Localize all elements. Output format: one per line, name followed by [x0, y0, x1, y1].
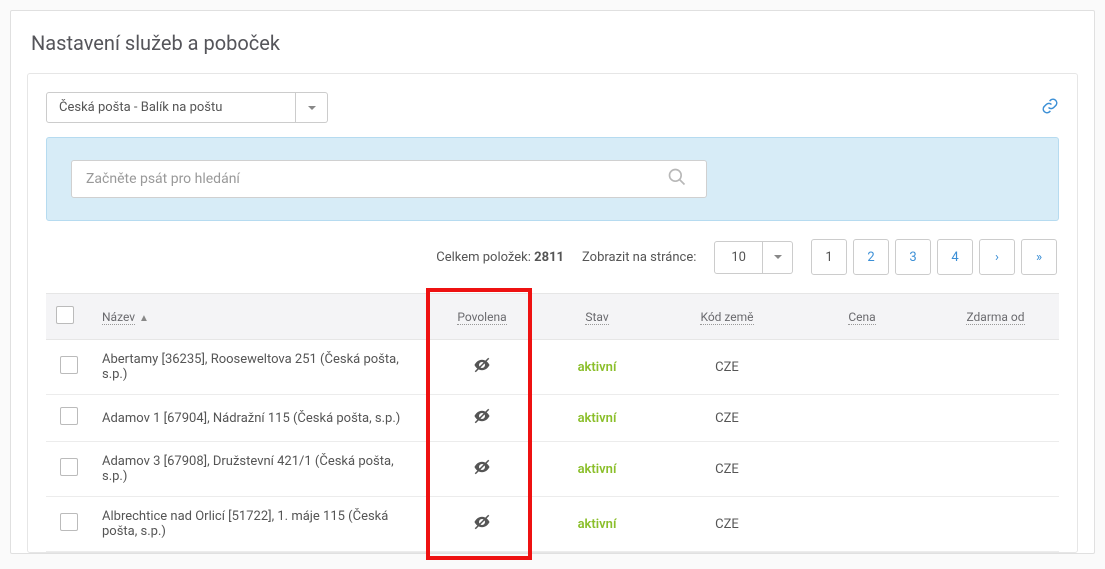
visibility-toggle-icon[interactable] — [473, 458, 491, 476]
row-state: aktivní — [578, 360, 617, 375]
total-items-label: Celkem položek: 2811 — [436, 250, 564, 265]
search-icon — [667, 167, 687, 187]
row-name: Albrechtice nad Orlicí [51722], 1. máje … — [92, 497, 432, 552]
chevron-down-icon — [307, 103, 317, 113]
pager-page-2[interactable]: 2 — [853, 239, 889, 275]
row-price — [792, 442, 932, 497]
pager: 1 2 3 4 › » — [811, 239, 1057, 275]
link-icon[interactable] — [1041, 97, 1059, 119]
th-country[interactable]: Kód země — [662, 294, 792, 340]
row-name: Abertamy [36235], Rooseweltova 251 (Česk… — [92, 340, 432, 395]
row-country: CZE — [662, 497, 792, 552]
search-button[interactable] — [667, 167, 687, 191]
row-name: Adamov 1 [67904], Nádražní 115 (Česká po… — [92, 395, 432, 442]
row-country: CZE — [662, 442, 792, 497]
search-panel — [46, 137, 1059, 221]
th-free-from[interactable]: Zdarma od — [932, 294, 1059, 340]
visibility-toggle-icon[interactable] — [473, 407, 491, 425]
service-select[interactable]: Česká pošta - Balík na poštu — [46, 92, 328, 123]
row-name: Adamov 3 [67908], Družstevní 421/1 (Česk… — [92, 442, 432, 497]
row-checkbox[interactable] — [60, 513, 78, 531]
row-free-from — [932, 395, 1059, 442]
pager-page-1[interactable]: 1 — [811, 239, 847, 275]
page-size-value[interactable]: 10 — [714, 241, 763, 274]
per-page-label: Zobrazit na stránce: — [582, 250, 696, 265]
th-name[interactable]: Název▲ — [92, 294, 432, 340]
select-all-checkbox[interactable] — [56, 306, 74, 324]
page-title: Nastavení služeb a poboček — [31, 31, 1074, 55]
page-size-caret[interactable] — [763, 241, 793, 274]
page-size-select[interactable]: 10 — [714, 241, 793, 274]
row-country: CZE — [662, 340, 792, 395]
row-free-from — [932, 340, 1059, 395]
row-free-from — [932, 497, 1059, 552]
row-price — [792, 340, 932, 395]
row-free-from — [932, 442, 1059, 497]
th-state[interactable]: Stav — [532, 294, 662, 340]
pager-next[interactable]: › — [979, 239, 1015, 275]
pager-page-3[interactable]: 3 — [895, 239, 931, 275]
table-row: Adamov 1 [67904], Nádražní 115 (Česká po… — [46, 395, 1059, 442]
search-input[interactable] — [71, 160, 707, 198]
row-state: aktivní — [578, 462, 617, 477]
row-country: CZE — [662, 395, 792, 442]
th-price[interactable]: Cena — [792, 294, 932, 340]
row-price — [792, 395, 932, 442]
row-checkbox[interactable] — [60, 356, 78, 374]
row-checkbox[interactable] — [60, 407, 78, 425]
branches-table: Název▲ Povolena Stav Kód země Cena Zdarm… — [46, 293, 1059, 552]
total-items-count: 2811 — [534, 250, 564, 265]
row-state: aktivní — [578, 517, 617, 532]
visibility-toggle-icon[interactable] — [473, 513, 491, 531]
table-row: Abertamy [36235], Rooseweltova 251 (Česk… — [46, 340, 1059, 395]
table-row: Albrechtice nad Orlicí [51722], 1. máje … — [46, 497, 1059, 552]
service-select-caret[interactable] — [296, 92, 328, 123]
sort-asc-icon: ▲ — [139, 313, 149, 324]
visibility-toggle-icon[interactable] — [473, 356, 491, 374]
table-row: Adamov 3 [67908], Družstevní 421/1 (Česk… — [46, 442, 1059, 497]
chevron-down-icon — [773, 252, 783, 262]
row-price — [792, 497, 932, 552]
row-state: aktivní — [578, 411, 617, 426]
pager-last[interactable]: » — [1021, 239, 1057, 275]
pager-page-4[interactable]: 4 — [937, 239, 973, 275]
service-select-label[interactable]: Česká pošta - Balík na poštu — [46, 92, 296, 123]
row-checkbox[interactable] — [60, 458, 78, 476]
th-allowed[interactable]: Povolena — [432, 294, 532, 340]
